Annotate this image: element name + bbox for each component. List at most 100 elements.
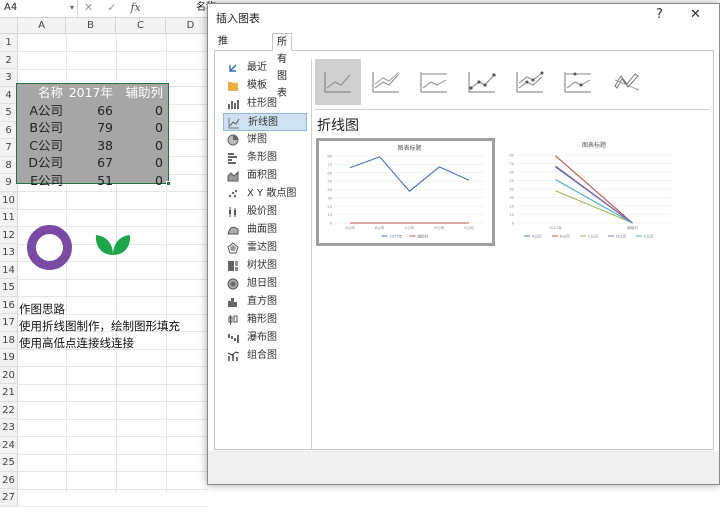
y-tick-label: 20 [509,205,514,209]
table-cell[interactable]: 0 [116,154,165,172]
row-header[interactable]: 18 [0,331,18,349]
row-header[interactable]: 16 [0,296,18,314]
category-waterfall[interactable]: 瀑布图 [223,329,307,347]
grid-line [18,366,208,367]
row-header[interactable]: 10 [0,191,18,209]
category-histogram[interactable]: 直方图 [223,293,307,311]
row-header[interactable]: 23 [0,419,18,437]
table-cell[interactable]: 67 [66,154,115,172]
category-pie[interactable]: 饼图 [223,131,307,149]
table-header-cell[interactable]: 辅助列 [116,84,165,102]
bar-chart-icon [228,153,237,164]
row-header[interactable]: 19 [0,349,18,367]
category-stock[interactable]: 股价图 [223,203,307,221]
category-surface[interactable]: 曲面图 [223,221,307,239]
subtype-100-stacked-line-markers[interactable] [555,59,601,105]
fill-handle[interactable] [166,181,171,186]
row-header[interactable]: 15 [0,279,18,297]
row-header[interactable]: 2 [0,51,18,69]
close-button[interactable]: ✕ [690,7,701,22]
chart-preview-1[interactable]: 图表标题 80 70 60 50 40 30 20 10 0 A公司 B公司 C公司 D公司 E公司 2017… [316,138,495,246]
grid-line [18,488,208,490]
row-header[interactable]: 24 [0,436,18,454]
column-header-a[interactable]: A [18,18,66,34]
table-cell[interactable]: A公司 [16,102,65,120]
row-header[interactable]: 13 [0,244,18,262]
select-all-corner[interactable] [0,18,18,34]
category-scatter[interactable]: X Y 散点图 [223,185,307,203]
leaf-icon[interactable] [94,231,132,259]
table-header-cell[interactable]: 名称 [16,84,65,102]
table-cell[interactable]: 0 [116,137,165,155]
tab-all-charts[interactable]: 所有图表 [272,33,292,99]
category-label: 柱形图 [247,98,277,109]
category-sunburst[interactable]: 旭日图 [223,275,307,293]
legend-entry: E公司 [644,233,654,238]
subtype-stacked-line[interactable] [363,59,409,105]
category-recent[interactable]: 最近 [223,59,307,77]
category-treemap[interactable]: 树状图 [223,257,307,275]
tab-recommended-charts[interactable]: 推荐的图表 [214,33,232,115]
table-cell[interactable]: 0 [116,119,165,137]
row-header[interactable]: 14 [0,261,18,279]
table-cell[interactable]: 66 [66,102,115,120]
row-header[interactable]: 21 [0,384,18,402]
table-cell[interactable]: 0 [116,172,165,190]
row-header[interactable]: 27 [0,489,18,507]
category-label: 最近 [247,62,267,73]
category-label: 直方图 [247,296,277,307]
fx-icon[interactable]: fx [130,1,140,14]
grid-line [18,453,208,455]
row-header[interactable]: 17 [0,314,18,332]
table-cell[interactable]: D公司 [16,154,65,172]
row-header[interactable]: 11 [0,209,18,227]
y-tick-label: 50 [509,179,514,183]
category-box[interactable]: 箱形图 [223,311,307,329]
subtype-line-markers[interactable] [459,59,505,105]
table-cell[interactable]: 79 [66,119,115,137]
divider [315,109,709,110]
category-line[interactable]: 折线图 [223,113,307,131]
name-box[interactable]: A4 ▾ [0,0,78,17]
y-tick-label: 50 [327,180,332,184]
table-cell[interactable]: C公司 [16,137,65,155]
category-combo[interactable]: 组合图 [223,347,307,365]
row-header[interactable]: 20 [0,366,18,384]
category-label: 组合图 [247,350,277,361]
y-tick-label: 30 [509,196,514,200]
row-header[interactable]: 26 [0,471,18,489]
purple-ring-shape[interactable] [27,225,72,270]
table-cell[interactable]: 38 [66,137,115,155]
chart-preview-2[interactable]: 图表标题 80 70 60 50 40 30 20 10 0 2017年 辅助列 A公司 B公司 C公司 D公… [499,138,677,246]
enter-icon[interactable]: ✓ [107,1,116,14]
radar-chart-icon [227,242,239,254]
column-header-c[interactable]: C [116,18,166,34]
row-header[interactable]: 22 [0,401,18,419]
row-header[interactable]: 1 [0,34,18,52]
table-header-cell[interactable]: 2017年 [66,84,115,102]
table-cell[interactable]: 0 [116,102,165,120]
category-column[interactable]: 柱形图 [223,95,307,113]
subtype-100-stacked-line[interactable] [411,59,457,105]
table-cell[interactable]: B公司 [16,119,65,137]
chevron-down-icon[interactable]: ▾ [70,0,74,16]
category-radar[interactable]: 雷达图 [223,239,307,257]
y-tick-label: 10 [509,213,514,217]
table-cell[interactable]: 51 [66,172,115,190]
subtype-line[interactable] [315,59,361,105]
grid-line [18,418,208,420]
category-area[interactable]: 面积图 [223,167,307,185]
subtype-stacked-line-markers[interactable] [507,59,553,105]
category-templates[interactable]: 模板 [223,77,307,95]
help-button[interactable]: ? [656,7,663,22]
legend-entry: D公司 [616,233,626,238]
y-tick-label: 80 [327,155,332,159]
column-header-b[interactable]: B [66,18,116,34]
row-header[interactable]: 25 [0,454,18,472]
cancel-icon[interactable]: ✕ [84,1,93,14]
subtype-3d-line[interactable] [603,59,649,105]
category-bar[interactable]: 条形图 [223,149,307,167]
table-cell[interactable]: E公司 [16,172,65,190]
x-tick-label: 辅助列 [627,225,638,230]
row-header[interactable]: 12 [0,226,18,244]
